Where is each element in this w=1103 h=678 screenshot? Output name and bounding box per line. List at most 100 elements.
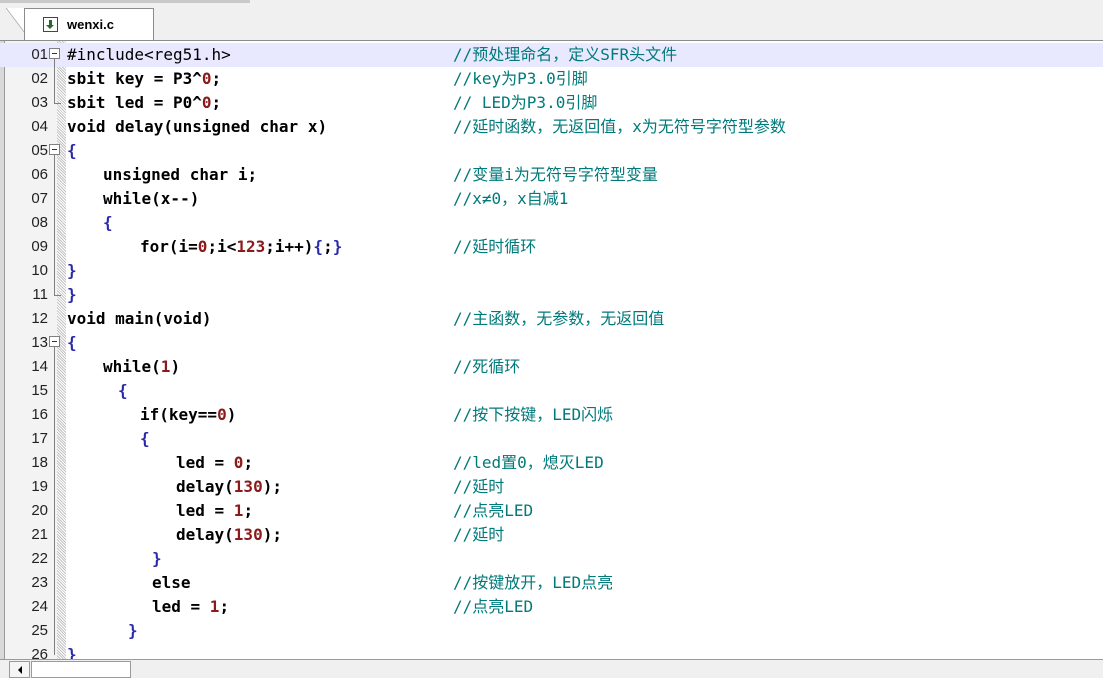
code-line[interactable]: 11}	[0, 283, 1103, 307]
code-line[interactable]: 24 led = 1; //点亮LED	[0, 595, 1103, 619]
code-line[interactable]: 10}	[0, 259, 1103, 283]
code-comment: //预处理命名，定义SFR头文件	[453, 45, 678, 64]
code-text: #include<reg51.h>	[67, 45, 231, 64]
tab-bar: wenxi.c	[0, 0, 1103, 41]
scroll-thumb[interactable]	[31, 661, 131, 678]
tab-label: wenxi.c	[67, 17, 114, 32]
line-number: 26	[31, 646, 48, 659]
code-comment: //按下按键，LED闪烁	[453, 405, 614, 424]
tab-bar-edge	[0, 0, 250, 3]
code-comment: //按键放开，LED点亮	[453, 573, 614, 592]
code-line[interactable]: 17 {	[0, 427, 1103, 451]
code-text: }	[152, 549, 162, 568]
scroll-left-button[interactable]	[9, 661, 30, 678]
code-text: void delay(unsigned char x)	[67, 117, 328, 136]
code-comment: //主函数，无参数，无返回值	[453, 309, 665, 328]
fold-collapse-icon[interactable]	[49, 48, 60, 59]
code-text: sbit led = P0^0;	[67, 93, 222, 112]
line-number: 02	[31, 70, 48, 87]
code-line[interactable]: 07 while(x--) //x≠0，x自减1	[0, 187, 1103, 211]
code-line[interactable]: 21 delay(130); //延时	[0, 523, 1103, 547]
line-number: 24	[31, 598, 48, 615]
fold-collapse-icon[interactable]	[49, 144, 60, 155]
line-number: 16	[31, 406, 48, 423]
line-number: 25	[31, 622, 48, 639]
line-number: 20	[31, 502, 48, 519]
fold-guide	[54, 155, 55, 295]
code-line[interactable]: 20 led = 1; //点亮LED	[0, 499, 1103, 523]
line-number: 10	[31, 262, 48, 279]
line-number: 05	[31, 142, 48, 159]
line-number: 13	[31, 334, 48, 351]
code-text: delay(130);	[176, 477, 282, 496]
code-line[interactable]: 05 {	[0, 139, 1103, 163]
code-text: sbit key = P3^0;	[67, 69, 222, 88]
fold-end-marker	[54, 283, 61, 296]
code-line[interactable]: 14 while(1) //死循环	[0, 355, 1103, 379]
line-number: 22	[31, 550, 48, 567]
line-number: 09	[31, 238, 48, 255]
code-comment: //延时函数，无返回值，x为无符号字符型参数	[453, 117, 786, 136]
code-line[interactable]: 22}	[0, 547, 1103, 571]
fold-collapse-icon[interactable]	[49, 336, 60, 347]
code-comment: //延时	[453, 525, 505, 544]
code-line[interactable]: 15 {	[0, 379, 1103, 403]
code-line[interactable]: 23 else //按键放开，LED点亮	[0, 571, 1103, 595]
code-text: led = 1;	[176, 501, 254, 520]
line-number: 21	[31, 526, 48, 543]
line-number: 08	[31, 214, 48, 231]
tab-wenxi-c[interactable]: wenxi.c	[24, 8, 154, 40]
code-line[interactable]: 25}	[0, 619, 1103, 643]
code-line[interactable]: 19 delay(130); //延时	[0, 475, 1103, 499]
code-comment: //点亮LED	[453, 597, 534, 616]
code-line[interactable]: 01 #include<reg51.h> //预处理命名，定义SFR头文件	[0, 43, 1103, 67]
code-text: unsigned char i;	[103, 165, 258, 184]
code-line[interactable]: 16 if(key==0) //按下按键，LED闪烁	[0, 403, 1103, 427]
line-number: 01	[31, 46, 48, 63]
code-line[interactable]: 13 {	[0, 331, 1103, 355]
c-file-icon	[43, 17, 58, 32]
code-comment: //死循环	[453, 357, 521, 376]
code-text: {	[103, 213, 113, 232]
line-number: 23	[31, 574, 48, 591]
code-text: while(1)	[103, 357, 181, 376]
line-number: 17	[31, 430, 48, 447]
horizontal-scrollbar[interactable]	[0, 659, 1103, 678]
line-number: 07	[31, 190, 48, 207]
code-line[interactable]: 26}	[0, 643, 1103, 659]
line-number: 04	[31, 118, 48, 135]
code-text: }	[67, 645, 77, 659]
code-text: led = 0;	[176, 453, 254, 472]
code-text: delay(130);	[176, 525, 282, 544]
line-number: 19	[31, 478, 48, 495]
code-comment: //变量i为无符号字符型变量	[453, 165, 658, 184]
code-text: {	[67, 333, 77, 352]
code-line[interactable]: 18 led = 0; //led置0，熄灭LED	[0, 451, 1103, 475]
code-comment: //延时循环	[453, 237, 537, 256]
code-text: else	[152, 573, 191, 592]
code-text: }	[67, 261, 77, 280]
code-text: }	[128, 621, 138, 640]
fold-end-marker	[54, 91, 61, 104]
code-line[interactable]: 06 unsigned char i; //变量i为无符号字符型变量	[0, 163, 1103, 187]
code-line[interactable]: 02 sbit key = P3^0; //key为P3.0引脚	[0, 67, 1103, 91]
code-text: }	[67, 285, 77, 304]
code-comment: //延时	[453, 477, 505, 496]
code-text: {	[118, 381, 128, 400]
code-line[interactable]: 03 sbit led = P0^0; // LED为P3.0引脚	[0, 91, 1103, 115]
code-line[interactable]: 08 {	[0, 211, 1103, 235]
code-editor[interactable]: 01 #include<reg51.h> //预处理命名，定义SFR头文件 02 sbi…	[0, 41, 1103, 659]
line-number: 15	[31, 382, 48, 399]
line-number: 11	[32, 286, 48, 303]
code-line[interactable]: 12 void main(void) //主函数，无参数，无返回值	[0, 307, 1103, 331]
code-comment: //key为P3.0引脚	[453, 69, 588, 88]
code-line[interactable]: 04 void delay(unsigned char x) //延时函数，无返回值…	[0, 115, 1103, 139]
line-number: 06	[31, 166, 48, 183]
line-number: 03	[31, 94, 48, 111]
line-number: 18	[31, 454, 48, 471]
code-line[interactable]: 09 for(i=0;i<123;i++){;} //延时循环	[0, 235, 1103, 259]
fold-guide	[54, 347, 55, 655]
code-text: for(i=0;i<123;i++){;}	[140, 237, 343, 256]
code-text: led = 1;	[152, 597, 230, 616]
code-text: if(key==0)	[140, 405, 237, 424]
